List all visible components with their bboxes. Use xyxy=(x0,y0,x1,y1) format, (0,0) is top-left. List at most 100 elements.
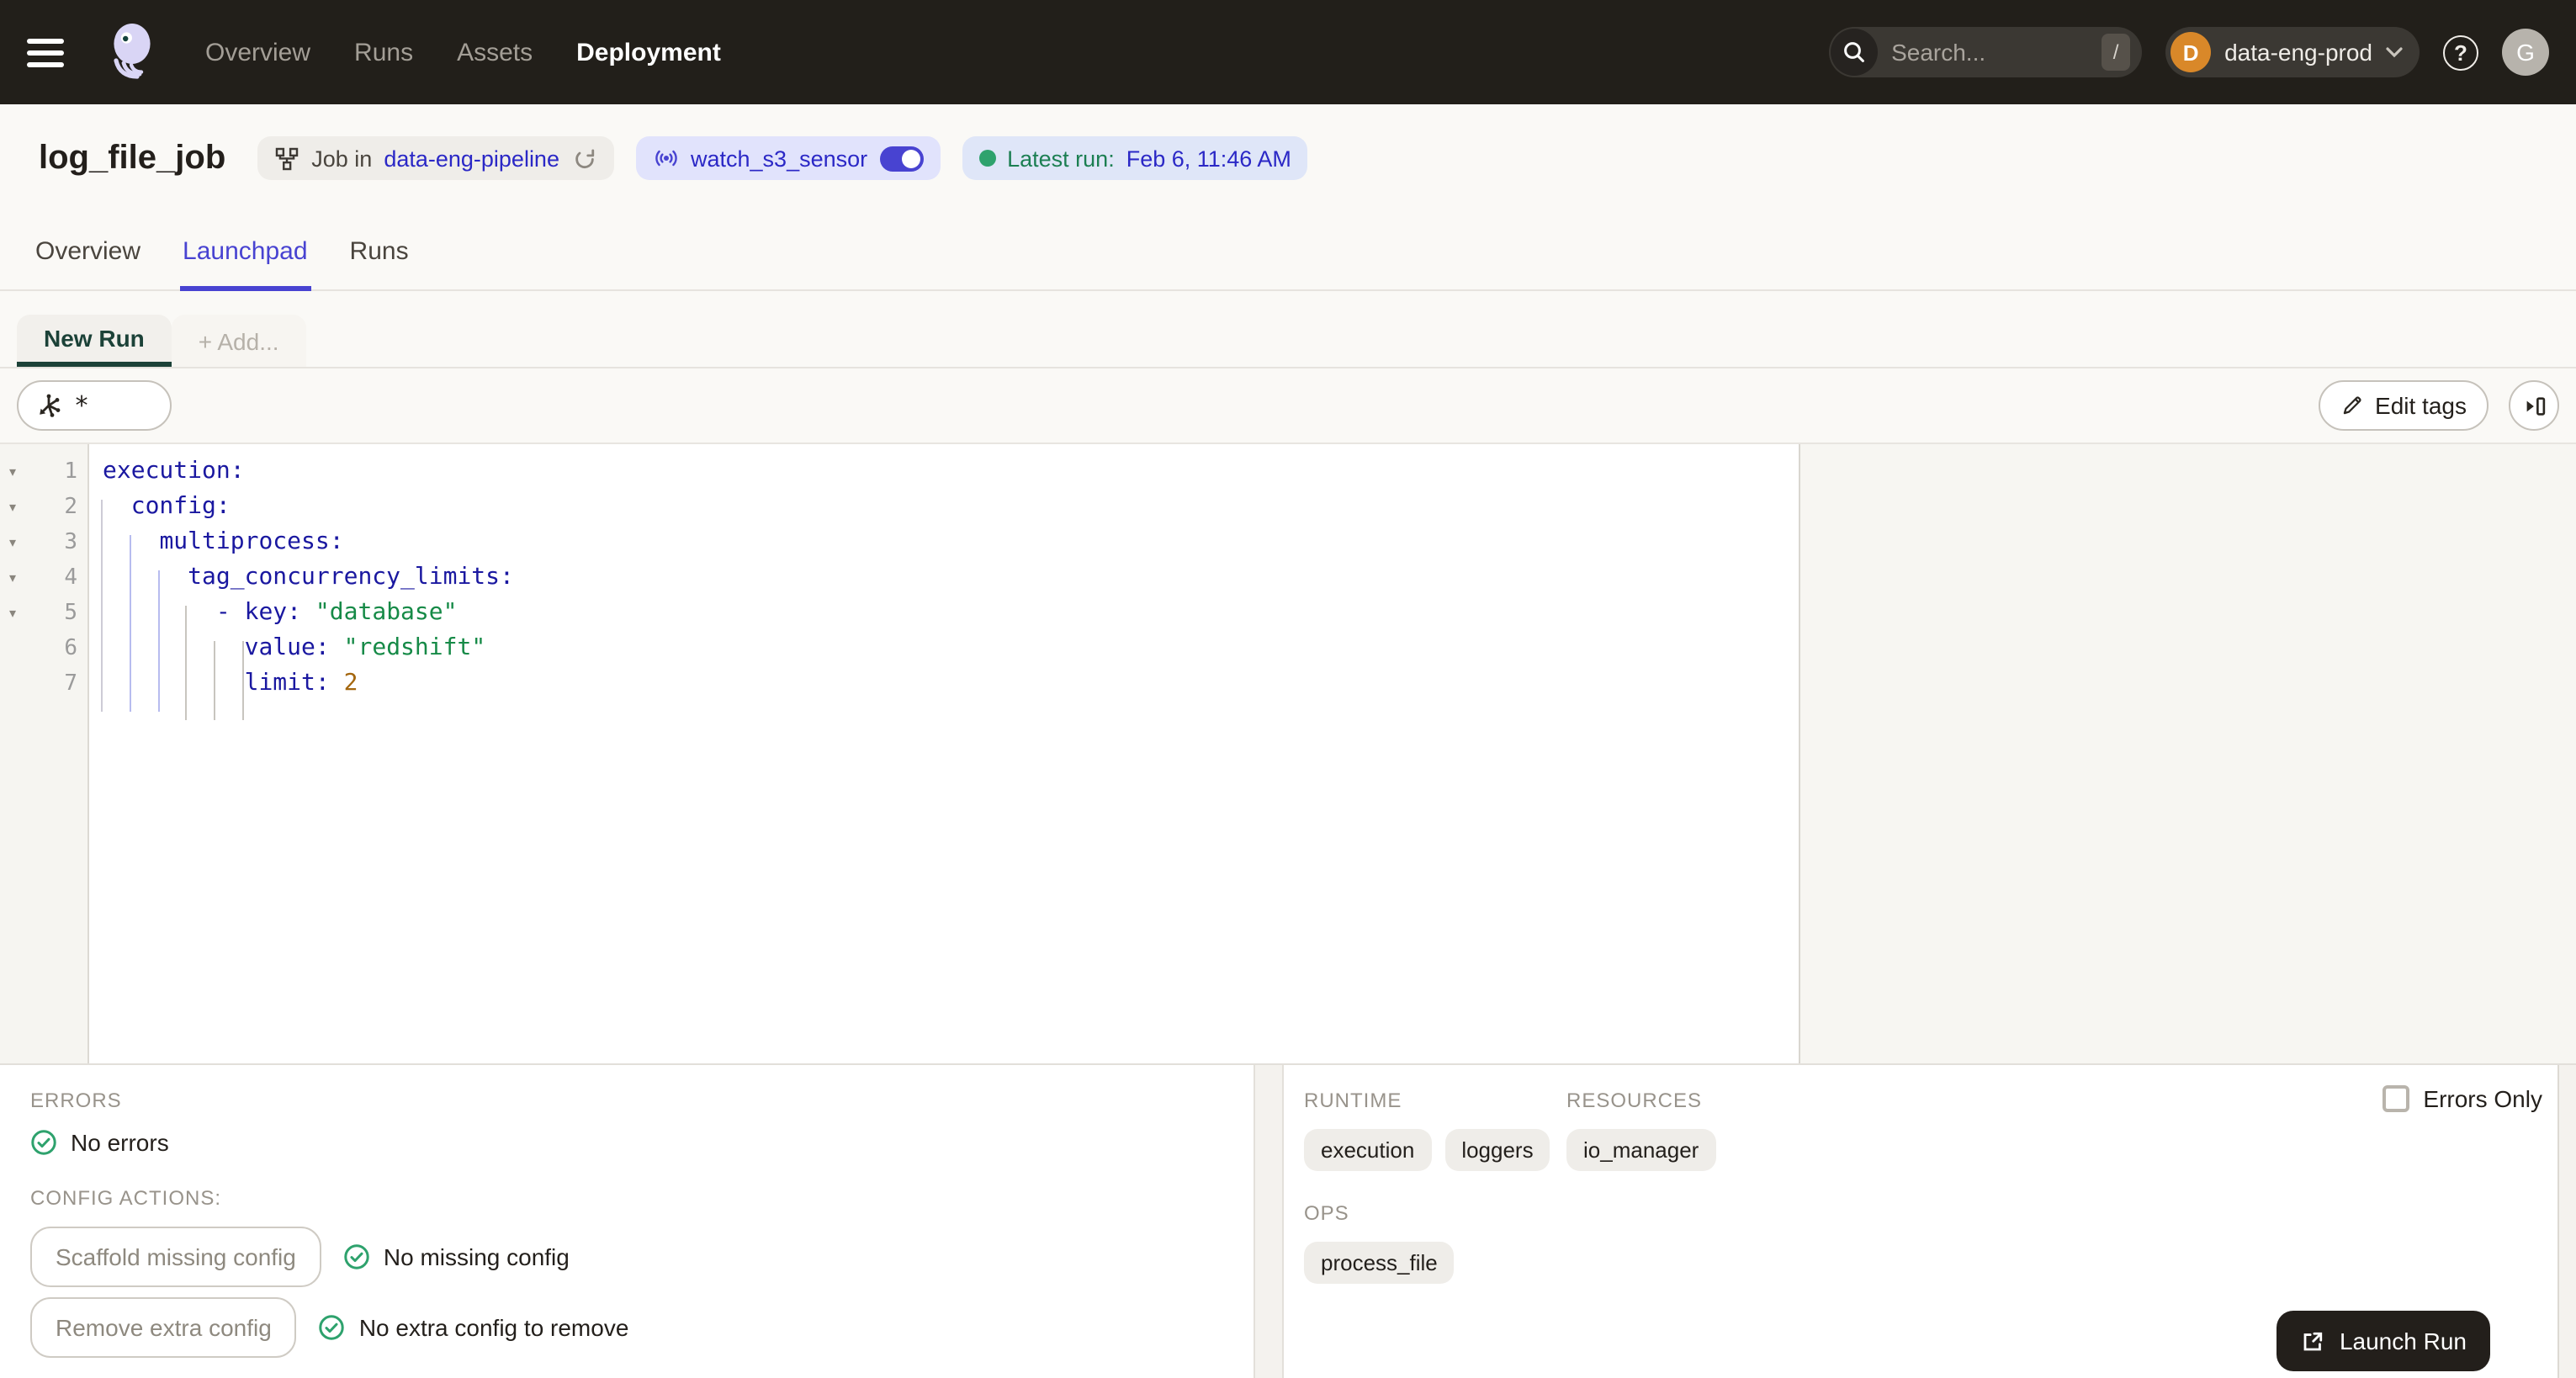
repo-link[interactable]: data-eng-pipeline xyxy=(384,146,559,171)
page-header: log_file_job Job in data-eng-pipeline wa… xyxy=(0,104,2576,212)
sensor-toggle[interactable] xyxy=(879,146,924,171)
panel-splitter[interactable] xyxy=(1254,1065,1284,1378)
line-number: 6 xyxy=(64,636,77,661)
search-placeholder: Search... xyxy=(1891,39,1986,66)
page-title: log_file_job xyxy=(39,139,226,176)
tab-runs[interactable]: Runs xyxy=(350,212,409,289)
app-root: Overview Runs Assets Deployment Search... /… xyxy=(0,0,2576,1378)
fold-arrow-icon[interactable]: ▾ xyxy=(0,464,25,480)
nav-item-deployment[interactable]: Deployment xyxy=(576,38,721,66)
user-avatar[interactable]: G xyxy=(2502,29,2549,76)
edit-tags-label: Edit tags xyxy=(2375,392,2467,419)
line-number: 1 xyxy=(64,459,77,485)
config-editor-region: ▾ 1 ▾ 2 ▾ 3 ▾ 4 ▾ 5 6 7 execution: config: multipro… xyxy=(0,444,2576,1063)
runtime-tags: execution loggers xyxy=(1304,1129,1550,1171)
indent-guide xyxy=(101,500,103,712)
help-icon[interactable]: ? xyxy=(2443,34,2478,70)
dagster-logo-icon[interactable] xyxy=(98,19,165,86)
no-errors-status: No errors xyxy=(30,1129,1254,1156)
line-number: 5 xyxy=(64,601,77,626)
op-selector-input[interactable]: * xyxy=(17,380,172,431)
launchpad-session-tabs: New Run + Add... xyxy=(0,291,2576,368)
check-circle-icon xyxy=(344,1244,369,1269)
fold-arrow-icon[interactable]: ▾ xyxy=(0,500,25,515)
resources-tags: io_manager xyxy=(1566,1129,1716,1171)
top-navbar: Overview Runs Assets Deployment Search... /… xyxy=(0,0,2576,104)
search-icon xyxy=(1831,29,1879,76)
tag-process_file[interactable]: process_file xyxy=(1304,1242,1455,1284)
deployment-switcher[interactable]: D data-eng-prod xyxy=(2165,27,2420,77)
remove-extra-config-button[interactable]: Remove extra config xyxy=(30,1297,297,1358)
nav-item-overview[interactable]: Overview xyxy=(205,38,310,66)
tab-overview[interactable]: Overview xyxy=(35,212,140,289)
code-line: - key: "database" xyxy=(215,599,458,626)
config-actions-heading: CONFIG ACTIONS: xyxy=(30,1186,222,1210)
fold-arrow-icon[interactable]: ▾ xyxy=(0,606,25,621)
code-line: execution: xyxy=(103,458,245,485)
ops-heading: OPS xyxy=(1304,1201,1349,1225)
deployment-name: data-eng-prod xyxy=(2224,39,2372,66)
search-shortcut-key: / xyxy=(2102,34,2131,71)
fold-arrow-icon[interactable]: ▾ xyxy=(0,570,25,586)
panel-right-icon xyxy=(2526,396,2545,415)
nav-item-runs[interactable]: Runs xyxy=(354,38,413,66)
launch-icon xyxy=(2304,1331,2324,1350)
search-input[interactable]: Search... / xyxy=(1829,27,2143,77)
errors-panel: ERRORS No errors CONFIG ACTIONS: Scaffol… xyxy=(0,1065,1254,1378)
nav-links: Overview Runs Assets Deployment xyxy=(205,38,721,66)
chevron-down-icon xyxy=(2386,46,2403,57)
fold-arrow-icon[interactable]: ▾ xyxy=(0,535,25,550)
edit-tags-button[interactable]: Edit tags xyxy=(2318,380,2489,431)
check-circle-icon xyxy=(31,1130,56,1155)
line-number: 3 xyxy=(64,530,77,555)
errors-heading: ERRORS xyxy=(30,1089,122,1112)
deployment-avatar: D xyxy=(2171,32,2212,72)
job-in-label: Job in xyxy=(311,146,373,171)
sensor-badge: watch_s3_sensor xyxy=(635,136,941,180)
config-actions: Scaffold missing config No missing config… xyxy=(30,1227,1254,1358)
tag-io_manager[interactable]: io_manager xyxy=(1566,1129,1716,1171)
code-line: value: "redshift" xyxy=(244,634,486,661)
yaml-code-area[interactable]: execution: config: multiprocess: tag_con… xyxy=(89,444,1799,1063)
scrollbar-track[interactable] xyxy=(2557,1065,2576,1378)
action-status: No extra config to remove xyxy=(319,1314,628,1341)
editor-gutter: ▾ 1 ▾ 2 ▾ 3 ▾ 4 ▾ 5 6 7 xyxy=(0,444,89,1063)
indent-guide xyxy=(214,641,215,720)
tab-launchpad[interactable]: Launchpad xyxy=(179,212,312,291)
line-number: 7 xyxy=(64,671,77,697)
code-line: multiprocess: xyxy=(159,528,344,555)
launchpad-toolbar: * Edit tags xyxy=(0,368,2576,444)
check-circle-icon xyxy=(320,1315,345,1340)
op-selector-value: * xyxy=(74,390,90,421)
latest-run-label: Latest run: xyxy=(1007,146,1115,171)
config-action-row: Scaffold missing config No missing config xyxy=(30,1227,1254,1287)
reload-icon[interactable] xyxy=(571,146,596,171)
tag-loggers[interactable]: loggers xyxy=(1444,1129,1550,1171)
indent-guide xyxy=(130,535,131,712)
runtime-heading: RUNTIME xyxy=(1304,1089,1402,1112)
errors-only-control: Errors Only xyxy=(2383,1085,2542,1112)
line-number: 2 xyxy=(64,495,77,520)
errors-only-label: Errors Only xyxy=(2423,1085,2542,1112)
code-line: limit: 2 xyxy=(244,670,358,697)
editor-side-panel xyxy=(1800,444,2576,1063)
action-status: No missing config xyxy=(343,1243,570,1270)
add-session-tab-button[interactable]: + Add... xyxy=(171,315,306,367)
errors-only-checkbox[interactable] xyxy=(2383,1085,2410,1112)
sections-column: RUNTIME execution loggers OPS process_file xyxy=(1304,1089,1550,1378)
hamburger-menu-icon[interactable] xyxy=(27,38,71,66)
session-tab-new-run[interactable]: New Run xyxy=(17,315,172,367)
op-selector-icon xyxy=(40,394,61,417)
launch-run-button[interactable]: Launch Run xyxy=(2277,1311,2490,1371)
nav-item-assets[interactable]: Assets xyxy=(457,38,533,66)
expand-panel-button[interactable] xyxy=(2509,380,2559,431)
no-errors-text: No errors xyxy=(71,1129,169,1156)
yaml-editor: ▾ 1 ▾ 2 ▾ 3 ▾ 4 ▾ 5 6 7 execution: config: multipro… xyxy=(0,444,1800,1063)
latest-run-badge: Latest run: Feb 6, 11:46 AM xyxy=(962,136,1308,180)
sensor-icon xyxy=(655,150,676,167)
latest-run-time-link[interactable]: Feb 6, 11:46 AM xyxy=(1126,146,1291,171)
scaffold-missing-config-button[interactable]: Scaffold missing config xyxy=(30,1227,321,1287)
sensor-link[interactable]: watch_s3_sensor xyxy=(691,146,867,171)
code-line: config: xyxy=(130,493,231,520)
tag-execution[interactable]: execution xyxy=(1304,1129,1432,1171)
